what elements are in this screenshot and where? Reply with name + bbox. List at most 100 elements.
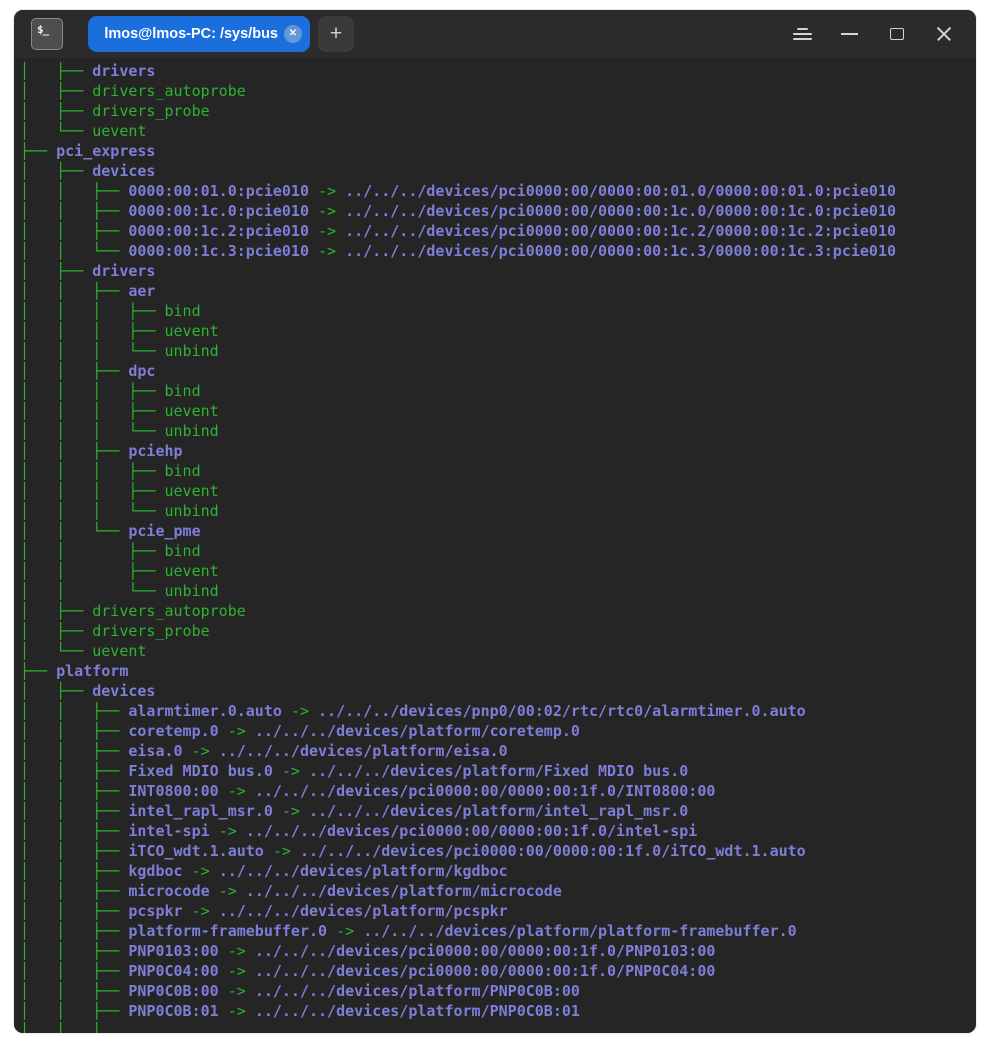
tree-row: │ │ ├── iTCO_wdt.1.auto -> ../../../devi… xyxy=(20,841,976,861)
symlink-arrow: -> xyxy=(183,862,219,880)
tree-row: │ │ │ └── unbind xyxy=(20,421,976,441)
symlink-target: ../../../devices/platform/intel_rapl_msr… xyxy=(309,802,688,820)
symlink-arrow: -> xyxy=(273,802,309,820)
tree-row: │ ├── drivers_probe xyxy=(20,101,976,121)
symlink-target: ../../../devices/platform/coretemp.0 xyxy=(255,722,580,740)
tree-branch: │ │ ├── xyxy=(20,922,128,940)
directory-name: drivers xyxy=(92,62,155,80)
directory-name: pci_express xyxy=(56,142,155,160)
tree-branch: │ │ ├── xyxy=(20,542,165,560)
plus-icon: + xyxy=(330,23,342,46)
file-name: uevent xyxy=(165,562,219,580)
tree-row: │ │ ├── pcspkr -> ../../../devices/platf… xyxy=(20,901,976,921)
tree-row: │ │ ├── bind xyxy=(20,541,976,561)
file-name: uevent xyxy=(165,482,219,500)
directory-name: platform xyxy=(56,662,128,680)
directory-name: pciehp xyxy=(128,442,182,460)
tree-row: │ │ ├── 0000:00:01.0:pcie010 -> ../../..… xyxy=(20,181,976,201)
maximize-button[interactable] xyxy=(873,10,920,58)
terminal-viewport[interactable]: │ ├── drivers│ ├── drivers_autoprobe│ ├─… xyxy=(14,58,976,1033)
close-button[interactable] xyxy=(920,10,967,58)
tree-row: │ │ ├── PNP0C0B:00 -> ../../../devices/p… xyxy=(20,981,976,1001)
symlink-target: ../../../devices/pnp0/00:02/rtc/rtc0/ala… xyxy=(318,702,806,720)
tree-branch: │ │ │ ├── xyxy=(20,462,165,480)
tree-row: │ ├── devices xyxy=(20,681,976,701)
directory-name: drivers xyxy=(92,262,155,280)
tree-branch: │ │ ├── xyxy=(20,222,128,240)
menu-button[interactable] xyxy=(779,10,826,58)
tree-branch: │ │ │ xyxy=(20,1022,101,1033)
tree-branch: ├── xyxy=(20,662,56,680)
symlink-target: ../../../devices/platform/Fixed MDIO bus… xyxy=(309,762,688,780)
tree-row: │ │ └── unbind xyxy=(20,581,976,601)
tree-row: │ │ │ xyxy=(20,1021,976,1033)
tree-branch: │ │ ├── xyxy=(20,1002,128,1020)
titlebar: $_ lmos@lmos-PC: /sys/bus ✕ + xyxy=(14,10,976,58)
tree-row: │ │ │ └── unbind xyxy=(20,341,976,361)
symlink-arrow: -> xyxy=(282,702,318,720)
symlink-target: ../../../devices/pci0000:00/0000:00:1c.0… xyxy=(345,202,896,220)
tree-branch: ├── xyxy=(20,142,56,160)
new-tab-button[interactable]: + xyxy=(318,16,354,52)
tree-row: │ │ ├── PNP0C04:00 -> ../../../devices/p… xyxy=(20,961,976,981)
symlink-target: ../../../devices/platform/kgdboc xyxy=(219,862,508,880)
tree-branch: │ │ ├── xyxy=(20,822,128,840)
tree-row: ├── platform xyxy=(20,661,976,681)
tree-branch: │ │ ├── xyxy=(20,842,128,860)
directory-name: pcie_pme xyxy=(128,522,200,540)
file-name: drivers_probe xyxy=(92,622,209,640)
tree-branch: │ │ ├── xyxy=(20,902,128,920)
tab-close-button[interactable]: ✕ xyxy=(284,25,302,43)
tree-branch: │ └── xyxy=(20,122,92,140)
minimize-button[interactable] xyxy=(826,10,873,58)
tree-row: │ │ ├── 0000:00:1c.2:pcie010 -> ../../..… xyxy=(20,221,976,241)
tree-row: │ │ ├── 0000:00:1c.0:pcie010 -> ../../..… xyxy=(20,201,976,221)
symlink-name: pcspkr xyxy=(128,902,182,920)
symlink-target: ../../../devices/platform/PNP0C0B:01 xyxy=(255,1002,580,1020)
symlink-target: ../../../devices/pci0000:00/0000:00:1f.0… xyxy=(255,782,716,800)
tree-row: │ │ ├── PNP0C0B:01 -> ../../../devices/p… xyxy=(20,1001,976,1021)
symlink-target: ../../../devices/pci0000:00/0000:00:1f.0… xyxy=(246,822,698,840)
file-name: uevent xyxy=(92,122,146,140)
tree-branch: │ │ │ └── xyxy=(20,422,165,440)
symlink-target: ../../../devices/pci0000:00/0000:00:1c.3… xyxy=(345,242,896,260)
tree-row: │ │ │ ├── uevent xyxy=(20,321,976,341)
tree-branch: │ ├── xyxy=(20,62,92,80)
symlink-name: alarmtimer.0.auto xyxy=(128,702,282,720)
tree-branch: │ └── xyxy=(20,642,92,660)
tree-row: │ │ │ ├── bind xyxy=(20,301,976,321)
symlink-name: Fixed MDIO bus.0 xyxy=(128,762,273,780)
tree-row: │ │ ├── intel-spi -> ../../../devices/pc… xyxy=(20,821,976,841)
symlink-arrow: -> xyxy=(219,962,255,980)
terminal-window: $_ lmos@lmos-PC: /sys/bus ✕ + │ ├── driv… xyxy=(14,10,976,1033)
symlink-arrow: -> xyxy=(264,842,300,860)
symlink-target: ../../../devices/pci0000:00/0000:00:1c.2… xyxy=(345,222,896,240)
tree-row: │ │ ├── uevent xyxy=(20,561,976,581)
tree-row: │ │ ├── platform-framebuffer.0 -> ../../… xyxy=(20,921,976,941)
tree-row: │ │ ├── aer xyxy=(20,281,976,301)
file-name: drivers_probe xyxy=(92,102,209,120)
symlink-name: eisa.0 xyxy=(128,742,182,760)
tree-branch: │ │ ├── xyxy=(20,762,128,780)
file-name: uevent xyxy=(165,322,219,340)
symlink-name: intel_rapl_msr.0 xyxy=(128,802,273,820)
file-name: unbind xyxy=(165,582,219,600)
tree-row: │ ├── drivers xyxy=(20,61,976,81)
tree-row: │ ├── drivers_autoprobe xyxy=(20,601,976,621)
symlink-name: 0000:00:1c.0:pcie010 xyxy=(128,202,309,220)
tree-branch: │ │ ├── xyxy=(20,942,128,960)
tree-branch: │ ├── xyxy=(20,262,92,280)
tab-active[interactable]: lmos@lmos-PC: /sys/bus ✕ xyxy=(88,16,310,52)
tree-branch: │ │ └── xyxy=(20,582,165,600)
symlink-target: ../../../devices/pci0000:00/0000:00:01.0… xyxy=(345,182,896,200)
file-name: drivers_autoprobe xyxy=(92,82,246,100)
symlink-name: microcode xyxy=(128,882,209,900)
symlink-target: ../../../devices/pci0000:00/0000:00:1f.0… xyxy=(255,962,716,980)
tree-branch: │ │ ├── xyxy=(20,962,128,980)
file-name: unbind xyxy=(165,422,219,440)
tree-row: │ └── uevent xyxy=(20,641,976,661)
symlink-name: 0000:00:1c.3:pcie010 xyxy=(128,242,309,260)
tree-branch: │ │ ├── xyxy=(20,742,128,760)
symlink-arrow: -> xyxy=(183,902,219,920)
tree-row: │ │ ├── dpc xyxy=(20,361,976,381)
